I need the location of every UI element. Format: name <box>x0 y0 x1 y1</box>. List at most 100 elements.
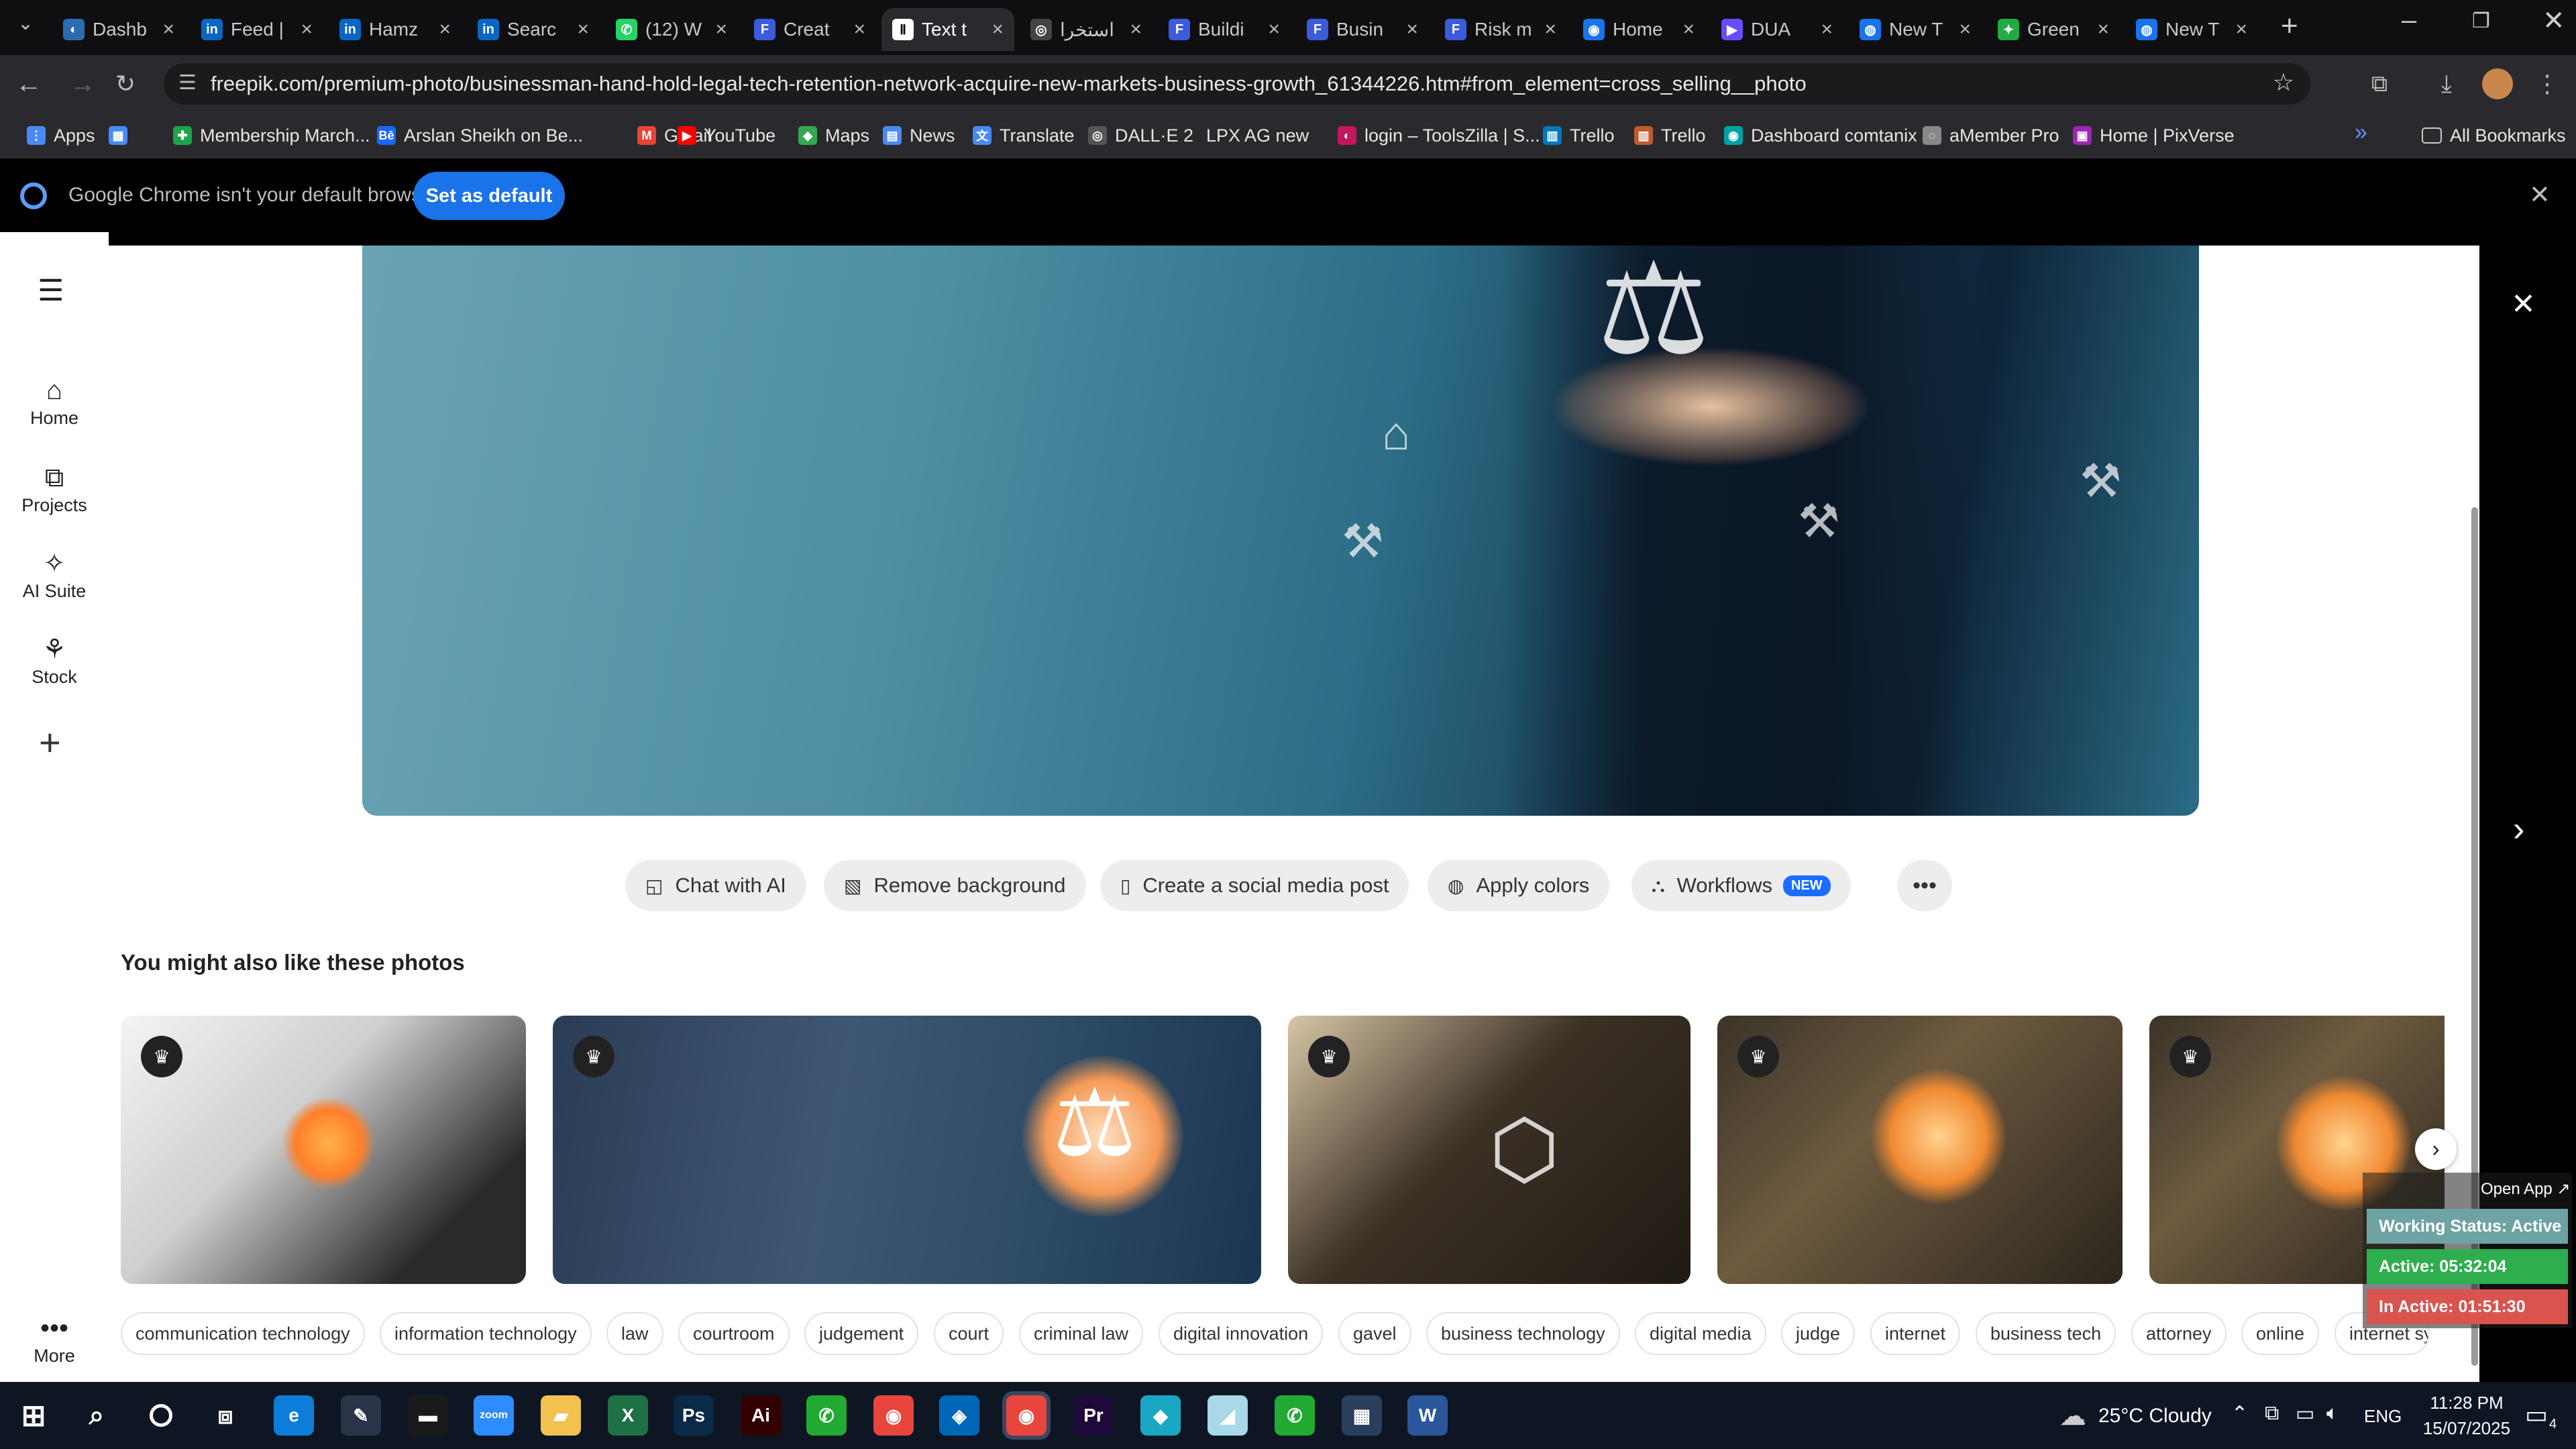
tab-close-icon[interactable]: × <box>853 18 865 41</box>
browser-tab[interactable]: ◐ Dashb × <box>52 8 185 51</box>
tab-close-icon[interactable]: × <box>1268 18 1280 41</box>
site-info-icon[interactable]: ☰ <box>178 71 197 95</box>
tag-chip[interactable]: gavel <box>1338 1312 1411 1355</box>
chat-with-ai-button[interactable]: ◱ Chat with AI <box>625 860 806 911</box>
browser-tab[interactable]: ◉ Home × <box>1572 8 1705 51</box>
taskbar-app-icon[interactable]: Pr <box>1073 1395 1114 1436</box>
taskbar-app-icon[interactable]: W <box>1407 1395 1448 1436</box>
more-actions-button[interactable]: ••• <box>1897 860 1952 911</box>
sidebar-item-home[interactable]: ⌂ Home <box>0 373 109 429</box>
tag-chip[interactable]: business tech <box>1976 1312 2116 1355</box>
taskbar-app-icon[interactable]: ◆ <box>1140 1395 1181 1436</box>
reload-icon[interactable]: ↻ <box>107 66 144 102</box>
taskbar-app-icon[interactable]: ◉ <box>1006 1395 1046 1436</box>
bookmark-star-icon[interactable]: ☆ <box>2273 68 2294 97</box>
tag-chip[interactable]: business technology <box>1426 1312 1620 1355</box>
tab-close-icon[interactable]: × <box>991 18 1004 41</box>
bookmark-item[interactable]: ◌ aMember Pro <box>1923 121 2059 150</box>
bookmark-item[interactable]: Bē Arslan Sheikh on Be... <box>377 121 583 150</box>
tab-close-icon[interactable]: × <box>1544 18 1556 41</box>
sidebar-item-stock[interactable]: ⚘ Stock <box>0 632 109 688</box>
taskbar-app-icon[interactable]: zoom <box>474 1395 514 1436</box>
network-icon[interactable]: ▭ <box>2296 1402 2314 1426</box>
browser-tab[interactable]: ✆ (12) W × <box>605 8 738 51</box>
taskbar-app-icon[interactable]: e <box>274 1395 314 1436</box>
taskbar-app-icon[interactable]: ◢ <box>1208 1395 1248 1436</box>
remove-background-button[interactable]: ▧ Remove background <box>824 860 1086 911</box>
task-view-icon[interactable]: ⧈ <box>205 1395 246 1436</box>
taskbar-app-icon[interactable]: ▰ <box>541 1395 581 1436</box>
browser-tab[interactable]: F Buildi × <box>1158 8 1291 51</box>
carousel-next-button[interactable]: › <box>2415 1128 2457 1170</box>
taskbar-app-icon[interactable]: ✆ <box>1275 1395 1315 1436</box>
address-bar[interactable]: ☰ freepik.com/premium-photo/businessman-… <box>164 63 2310 105</box>
tag-chip[interactable]: judge <box>1781 1312 1856 1355</box>
download-icon[interactable]: ⤓ <box>2428 66 2465 102</box>
volume-icon[interactable]: 🔈︎ <box>2326 1402 2339 1425</box>
tag-chip[interactable]: court <box>934 1312 1004 1355</box>
taskbar-app-icon[interactable]: ✎ <box>341 1395 381 1436</box>
next-photo-arrow-icon[interactable]: › <box>2513 809 2524 849</box>
bookmark-item[interactable]: ◐ login – ToolsZilla | S... <box>1338 121 1540 150</box>
tab-close-icon[interactable]: × <box>1406 18 1418 41</box>
taskbar-app-icon[interactable]: ▬ <box>408 1395 448 1436</box>
bookmark-item[interactable]: ✚ Membership March... <box>173 121 370 150</box>
add-plus-icon[interactable]: + <box>39 720 61 764</box>
bookmark-item[interactable]: ⋮ Apps <box>27 121 95 150</box>
language-indicator[interactable]: ENG <box>2364 1406 2402 1427</box>
tag-chip[interactable]: digital innovation <box>1159 1312 1324 1355</box>
tab-close-icon[interactable]: × <box>162 18 174 41</box>
browser-tab[interactable]: F Risk m × <box>1434 8 1567 51</box>
browser-tab[interactable]: Ⅱ Text t × <box>881 8 1014 51</box>
more-bookmarks-icon[interactable]: » <box>2355 119 2367 146</box>
back-icon[interactable]: ← <box>11 66 47 102</box>
set-default-button[interactable]: Set as default <box>413 172 565 220</box>
bookmark-item[interactable]: ◉ Dashboard comtanix <box>1724 121 1917 150</box>
similar-photo-1[interactable]: ♛ <box>121 1016 526 1284</box>
similar-photo-4[interactable]: ♛ <box>1717 1016 2123 1284</box>
tab-close-icon[interactable]: × <box>715 18 727 41</box>
forward-icon[interactable]: → <box>64 66 101 102</box>
tag-chip[interactable]: online <box>2241 1312 2320 1355</box>
bookmark-item[interactable]: 文 Translate <box>973 121 1075 150</box>
bookmark-item[interactable]: ▥ Trello <box>1634 121 1706 150</box>
browser-tab[interactable]: in Hamz × <box>329 8 462 51</box>
tab-close-icon[interactable]: × <box>1682 18 1695 41</box>
clock-date[interactable]: 15/07/2025 <box>2418 1418 2516 1439</box>
open-app-link[interactable]: Open App ↗ <box>2481 1179 2571 1199</box>
taskbar-app-icon[interactable]: ✆ <box>806 1395 847 1436</box>
bookmark-item[interactable]: ▦ <box>109 121 136 150</box>
search-icon[interactable]: ⌕ <box>76 1395 117 1436</box>
taskbar-app-icon[interactable]: Ps <box>674 1395 714 1436</box>
taskbar-app-icon[interactable]: ◉ <box>873 1395 914 1436</box>
taskbar-app-icon[interactable]: ◈ <box>939 1395 979 1436</box>
browser-tab[interactable]: in Feed | × <box>191 8 323 51</box>
sidebar-item-ai-suite[interactable]: ✧ AI Suite <box>0 546 109 602</box>
apply-colors-button[interactable]: ◍ Apply colors <box>1428 860 1610 911</box>
bookmark-item[interactable]: ◆ Maps <box>798 121 869 150</box>
browser-tab[interactable]: ◍ New T × <box>2125 8 2258 51</box>
tab-close-icon[interactable]: × <box>301 18 313 41</box>
taskbar-app-icon[interactable]: X <box>608 1395 648 1436</box>
notifications-icon[interactable]: ▭ <box>2525 1401 2548 1429</box>
extensions-icon[interactable]: ⧉ <box>2361 66 2398 102</box>
chrome-menu-icon[interactable]: ⋮ <box>2529 66 2565 102</box>
browser-tab[interactable]: ✦ Green × <box>1987 8 2120 51</box>
hamburger-menu-icon[interactable]: ☰ <box>38 274 64 308</box>
browser-tab[interactable]: F Creat × <box>743 8 876 51</box>
restore-icon[interactable]: ❐ <box>2472 9 2490 33</box>
infobar-close-icon[interactable]: ✕ <box>2529 180 2551 210</box>
bookmark-item[interactable]: ▶ YouTube <box>678 121 775 150</box>
tab-search-chevron-icon[interactable]: ⌄ <box>12 12 39 39</box>
minimize-icon[interactable]: – <box>2402 5 2416 36</box>
tag-chip[interactable]: communication technology <box>121 1312 365 1355</box>
tab-close-icon[interactable]: × <box>1130 18 1142 41</box>
lightbox-close-icon[interactable]: ✕ <box>2511 287 2536 321</box>
browser-tab[interactable]: ▶ DUA × <box>1711 8 1843 51</box>
create-a-social-media-post-button[interactable]: ▯ Create a social media post <box>1100 860 1409 911</box>
sidebar-item-more[interactable]: ••• More <box>0 1311 109 1366</box>
tag-chip[interactable]: attorney <box>2131 1312 2226 1355</box>
browser-tab[interactable]: in Searc × <box>467 8 600 51</box>
bookmark-item[interactable]: LPX AG new <box>1206 121 1309 150</box>
workflows-button[interactable]: ⛬ Workflows NEW <box>1631 860 1851 911</box>
